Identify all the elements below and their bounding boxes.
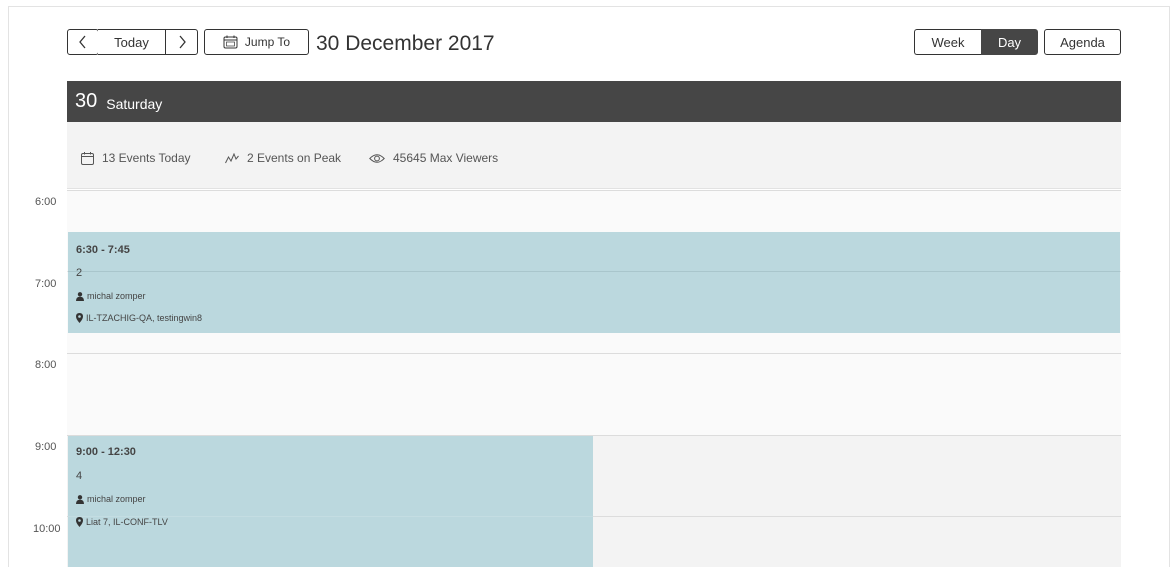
events-peak-label: 2 Events on Peak [247, 151, 342, 165]
time-label: 10:00 [33, 523, 61, 535]
event-organizer: michal zomper [76, 291, 146, 301]
event-title: 2 [76, 267, 83, 279]
view-week-button[interactable]: Week [914, 29, 981, 55]
hour-slot-8[interactable] [67, 353, 1121, 435]
stat-events-today: 13 Events Today [81, 151, 191, 165]
event-location: IL-TZACHIG-QA, testingwin8 [76, 313, 202, 323]
time-label: 6:00 [35, 196, 57, 208]
event-organizer-label: michal zomper [87, 291, 146, 301]
calendar-icon [223, 35, 238, 49]
event-time: 9:00 - 12:30 [76, 446, 136, 458]
current-date-title: 30 December 2017 [316, 32, 495, 55]
event-organizer-label: michal zomper [87, 494, 146, 504]
event-title: 4 [76, 470, 83, 482]
stat-events-peak: 2 Events on Peak [225, 151, 341, 165]
event-time: 6:30 - 7:45 [76, 244, 130, 256]
event-location-label: Liat 7, IL-CONF-TLV [86, 517, 168, 527]
jump-to-label: Jump To [244, 35, 291, 49]
user-icon [76, 291, 84, 301]
time-label: 9:00 [35, 441, 57, 453]
max-viewers-label: 45645 Max Viewers [393, 151, 499, 165]
activity-icon [225, 152, 239, 163]
event-card[interactable]: 9:00 - 12:30 4 michal zomper Liat 7, IL-… [68, 436, 593, 567]
calendar-icon [81, 151, 94, 165]
map-pin-icon [76, 313, 83, 323]
day-name: Saturday [106, 95, 163, 112]
view-day-button[interactable]: Day [981, 29, 1038, 55]
event-location-label: IL-TZACHIG-QA, testingwin8 [86, 313, 203, 323]
view-agenda-button[interactable]: Agenda [1044, 29, 1121, 55]
jump-to-button[interactable]: Jump To [204, 29, 309, 55]
eye-icon [369, 153, 385, 163]
map-pin-icon [76, 517, 83, 527]
event-organizer: michal zomper [76, 494, 146, 504]
day-stats-bar: 13 Events Today 2 Events on Peak 45645 M… [67, 122, 1121, 189]
stat-max-viewers: 45645 Max Viewers [369, 151, 498, 165]
chevron-left-icon [79, 35, 86, 49]
chevron-right-icon [179, 35, 186, 49]
prev-button[interactable] [67, 29, 99, 55]
user-icon [76, 494, 84, 504]
events-today-label: 13 Events Today [102, 151, 191, 165]
event-card[interactable]: 6:30 - 7:45 2 michal zomper IL-TZACHIG-Q… [68, 232, 1120, 333]
hour-divider [68, 271, 1120, 272]
time-label: 8:00 [35, 359, 57, 371]
today-button[interactable]: Today [98, 29, 166, 55]
next-button[interactable] [165, 29, 198, 55]
time-label: 7:00 [35, 278, 57, 290]
day-number: 30 [75, 90, 98, 112]
event-location: Liat 7, IL-CONF-TLV [76, 517, 168, 527]
day-header: 30 Saturday [67, 81, 1121, 122]
